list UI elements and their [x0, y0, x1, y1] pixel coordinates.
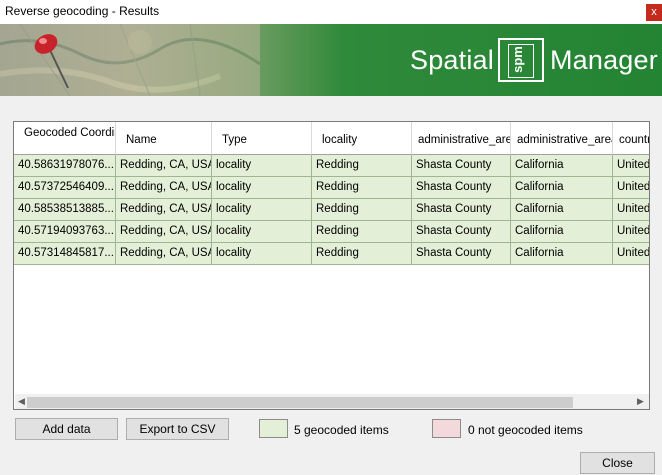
- logo-text-right: Manager: [549, 44, 658, 75]
- table-cell: 40.58538513885...: [14, 199, 116, 221]
- table-cell: Redding, CA, USA: [116, 243, 212, 265]
- table-cell: California: [511, 177, 613, 199]
- table-cell: locality: [212, 155, 312, 177]
- table-cell: 40.57194093763...: [14, 221, 116, 243]
- table-cell: Redding, CA, USA: [116, 199, 212, 221]
- scroll-left-icon[interactable]: ◀: [18, 396, 25, 407]
- table-cell: Redding, CA, USA: [116, 177, 212, 199]
- spatial-manager-logo: Spatial spm Manager: [410, 36, 658, 84]
- column-header[interactable]: Type: [212, 122, 312, 155]
- column-header[interactable]: administrative_area: [412, 122, 511, 155]
- table-cell: California: [511, 199, 613, 221]
- close-button[interactable]: Close: [580, 452, 655, 474]
- table-row[interactable]: 40.57314845817... Redding, CA, USA local…: [14, 243, 649, 265]
- add-data-button[interactable]: Add data: [15, 418, 118, 440]
- table-cell: California: [511, 155, 613, 177]
- table-cell: United: [613, 243, 649, 265]
- table-cell: United: [613, 155, 649, 177]
- table-row[interactable]: 40.57372546409... Redding, CA, USA local…: [14, 177, 649, 199]
- table-cell: Shasta County: [412, 177, 511, 199]
- table-cell: United: [613, 199, 649, 221]
- table-row[interactable]: 40.57194093763... Redding, CA, USA local…: [14, 221, 649, 243]
- logo-mark-text: spm: [509, 46, 525, 73]
- table-cell: 40.57372546409...: [14, 177, 116, 199]
- column-header[interactable]: locality: [312, 122, 412, 155]
- scrollbar-thumb[interactable]: [27, 397, 573, 408]
- export-csv-button[interactable]: Export to CSV: [126, 418, 229, 440]
- table-cell: Redding: [312, 155, 412, 177]
- results-table[interactable]: Geocoded Coordinates Name Type locality …: [13, 121, 650, 410]
- table-cell: locality: [212, 221, 312, 243]
- table-cell: 40.57314845817...: [14, 243, 116, 265]
- table-cell: Shasta County: [412, 155, 511, 177]
- table-cell: Redding, CA, USA: [116, 155, 212, 177]
- table-cell: United: [613, 177, 649, 199]
- table-cell: Shasta County: [412, 243, 511, 265]
- not-geocoded-count-label: 0 not geocoded items: [468, 423, 583, 437]
- spatial-manager-banner: Spatial spm Manager: [0, 24, 662, 96]
- table-row[interactable]: 40.58538513885... Redding, CA, USA local…: [14, 199, 649, 221]
- table-cell: Redding: [312, 199, 412, 221]
- table-cell: California: [511, 221, 613, 243]
- table-cell: United: [613, 221, 649, 243]
- horizontal-scrollbar[interactable]: ◀ ▶: [15, 394, 649, 409]
- column-header[interactable]: Name: [116, 122, 212, 155]
- scroll-right-icon[interactable]: ▶: [637, 396, 644, 407]
- table-cell: Shasta County: [412, 199, 511, 221]
- column-header[interactable]: administrative_area: [511, 122, 613, 155]
- table-cell: Redding: [312, 177, 412, 199]
- column-header[interactable]: countr: [613, 122, 649, 155]
- table-cell: Redding: [312, 221, 412, 243]
- logo-text-left: Spatial: [410, 44, 494, 75]
- table-cell: locality: [212, 177, 312, 199]
- table-cell: Redding, CA, USA: [116, 221, 212, 243]
- title-bar: Reverse geocoding - Results x: [0, 0, 662, 24]
- table-header: Geocoded Coordinates Name Type locality …: [14, 122, 649, 155]
- column-header[interactable]: Geocoded Coordinates: [14, 122, 116, 155]
- table-cell: Shasta County: [412, 221, 511, 243]
- geocoded-count-label: 5 geocoded items: [294, 423, 389, 437]
- spm-logo-icon: spm: [497, 38, 544, 82]
- table-cell: locality: [212, 199, 312, 221]
- geocoded-color-swatch: [259, 419, 288, 438]
- window-title: Reverse geocoding - Results: [5, 4, 160, 18]
- table-cell: locality: [212, 243, 312, 265]
- table-cell: 40.58631978076...: [14, 155, 116, 177]
- table-row[interactable]: 40.58631978076... Redding, CA, USA local…: [14, 155, 649, 177]
- table-cell: Redding: [312, 243, 412, 265]
- close-icon[interactable]: x: [646, 4, 662, 21]
- not-geocoded-color-swatch: [432, 419, 461, 438]
- map-pin-icon: [34, 34, 69, 89]
- table-cell: California: [511, 243, 613, 265]
